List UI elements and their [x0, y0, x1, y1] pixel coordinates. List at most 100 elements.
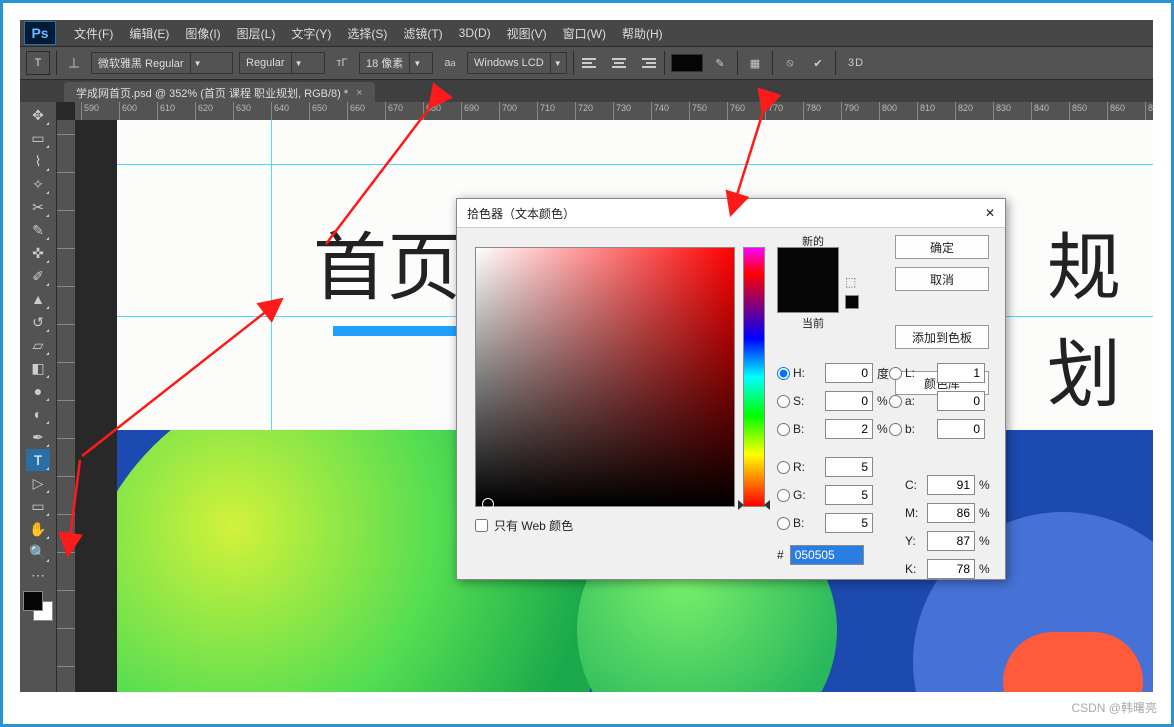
- websafe-swatch[interactable]: [845, 295, 859, 309]
- h-radio[interactable]: [777, 367, 790, 380]
- chevron-down-icon[interactable]: ▼: [550, 53, 565, 73]
- r-radio-label[interactable]: R:: [777, 460, 825, 474]
- lasso-tool[interactable]: ⌇: [26, 150, 50, 172]
- cube-icon[interactable]: ⬚: [845, 275, 856, 289]
- close-icon[interactable]: ✕: [985, 206, 995, 220]
- commit-edit-button[interactable]: ✔: [807, 52, 829, 74]
- bch-input[interactable]: [825, 513, 873, 533]
- dialog-titlebar[interactable]: 拾色器（文本颜色） ✕: [457, 199, 1005, 228]
- close-tab-icon[interactable]: ×: [356, 87, 362, 99]
- bch-radio[interactable]: [777, 517, 790, 530]
- s-radio-label[interactable]: S:: [777, 394, 825, 408]
- cancel-edit-button[interactable]: ⦸: [779, 52, 801, 74]
- magic-wand-tool[interactable]: ✧: [26, 173, 50, 195]
- foreground-background-swatch[interactable]: [23, 591, 53, 621]
- text-color-swatch[interactable]: [671, 54, 703, 72]
- healing-brush-tool[interactable]: ✜: [26, 242, 50, 264]
- a-radio[interactable]: [889, 395, 902, 408]
- ok-button[interactable]: 确定: [895, 235, 989, 259]
- warp-text-button[interactable]: ✎: [709, 52, 731, 74]
- align-right-button[interactable]: [636, 52, 658, 74]
- b-input[interactable]: [825, 419, 873, 439]
- hue-slider[interactable]: [743, 247, 765, 507]
- antialias-combo[interactable]: Windows LCD▼: [467, 52, 567, 74]
- history-brush-tool[interactable]: ↺: [26, 311, 50, 333]
- align-left-button[interactable]: [580, 52, 602, 74]
- new-color-swatch[interactable]: [778, 248, 838, 282]
- b-radio[interactable]: [777, 423, 790, 436]
- web-colors-checkbox[interactable]: [475, 519, 488, 532]
- canvas-text-home[interactable]: 首页: [313, 208, 461, 315]
- m-input[interactable]: [927, 503, 975, 523]
- sb-cursor[interactable]: [482, 498, 494, 510]
- hex-input[interactable]: [790, 545, 864, 565]
- foreground-color[interactable]: [23, 591, 43, 611]
- font-style-combo[interactable]: Regular▼: [239, 52, 325, 74]
- chevron-down-icon[interactable]: ▼: [190, 53, 205, 73]
- menu-window[interactable]: 窗口(W): [555, 25, 614, 42]
- cancel-button[interactable]: 取消: [895, 267, 989, 291]
- guide-line[interactable]: [117, 164, 1153, 165]
- guide-line[interactable]: [271, 120, 272, 430]
- brush-tool[interactable]: ✐: [26, 265, 50, 287]
- zoom-tool[interactable]: 🔍: [26, 541, 50, 563]
- document-tab[interactable]: 学成网首页.psd @ 352% (首页 课程 职业规划, RGB/8) * ×: [64, 82, 375, 104]
- menu-file[interactable]: 文件(F): [66, 25, 121, 42]
- stamp-tool[interactable]: ▲: [26, 288, 50, 310]
- menu-edit[interactable]: 编辑(E): [121, 25, 177, 42]
- menu-image[interactable]: 图像(I): [177, 25, 228, 42]
- lab-b-radio[interactable]: [889, 423, 902, 436]
- crop-tool[interactable]: ✂: [26, 196, 50, 218]
- h-input[interactable]: [825, 363, 873, 383]
- eraser-tool[interactable]: ▱: [26, 334, 50, 356]
- r-input[interactable]: [825, 457, 873, 477]
- marquee-tool[interactable]: ▭: [26, 127, 50, 149]
- move-tool[interactable]: ✥: [26, 104, 50, 126]
- menu-view[interactable]: 视图(V): [499, 25, 555, 42]
- chevron-down-icon[interactable]: ▼: [291, 53, 306, 73]
- menu-filter[interactable]: 滤镜(T): [395, 25, 450, 42]
- g-radio-label[interactable]: G:: [777, 488, 825, 502]
- g-radio[interactable]: [777, 489, 790, 502]
- font-size-combo[interactable]: 18 像素▼: [359, 52, 433, 74]
- bch-radio-label[interactable]: B:: [777, 516, 825, 530]
- path-selection-tool[interactable]: ▷: [26, 472, 50, 494]
- a-radio-label[interactable]: a:: [889, 394, 937, 408]
- menu-select[interactable]: 选择(S): [339, 25, 395, 42]
- l-radio-label[interactable]: L:: [889, 366, 937, 380]
- b-radio-label[interactable]: B:: [777, 422, 825, 436]
- s-input[interactable]: [825, 391, 873, 411]
- type-tool[interactable]: T: [26, 449, 50, 471]
- lab-b-radio-label[interactable]: b:: [889, 422, 937, 436]
- hand-tool[interactable]: ✋: [26, 518, 50, 540]
- chevron-down-icon[interactable]: ▼: [409, 53, 424, 73]
- edit-toolbar[interactable]: ⋯: [26, 564, 50, 586]
- r-radio[interactable]: [777, 461, 790, 474]
- font-family-combo[interactable]: 微软雅黑 Regular▼: [91, 52, 233, 74]
- pen-tool[interactable]: ✒: [26, 426, 50, 448]
- s-radio[interactable]: [777, 395, 790, 408]
- saturation-brightness-field[interactable]: [475, 247, 735, 507]
- dodge-tool[interactable]: ◐: [26, 403, 50, 425]
- y-input[interactable]: [927, 531, 975, 551]
- l-input[interactable]: [937, 363, 985, 383]
- menu-layer[interactable]: 图层(L): [229, 25, 284, 42]
- current-color-swatch[interactable]: [778, 282, 838, 312]
- h-radio-label[interactable]: H:: [777, 366, 825, 380]
- gradient-tool[interactable]: ◧: [26, 357, 50, 379]
- l-radio[interactable]: [889, 367, 902, 380]
- eyedropper-tool[interactable]: ✎: [26, 219, 50, 241]
- menu-help[interactable]: 帮助(H): [614, 25, 671, 42]
- lab-b-input[interactable]: [937, 419, 985, 439]
- add-swatch-button[interactable]: 添加到色板: [895, 325, 989, 349]
- a-input[interactable]: [937, 391, 985, 411]
- shape-tool[interactable]: ▭: [26, 495, 50, 517]
- k-input[interactable]: [927, 559, 975, 579]
- canvas-text-plan[interactable]: 规 划: [1047, 208, 1153, 422]
- align-center-button[interactable]: [608, 52, 630, 74]
- g-input[interactable]: [825, 485, 873, 505]
- 3d-button[interactable]: 3D: [842, 52, 870, 74]
- character-panel-button[interactable]: ▦: [744, 52, 766, 74]
- horizontal-ruler[interactable]: 5906006106206306406506606706806907007107…: [75, 102, 1153, 121]
- c-input[interactable]: [927, 475, 975, 495]
